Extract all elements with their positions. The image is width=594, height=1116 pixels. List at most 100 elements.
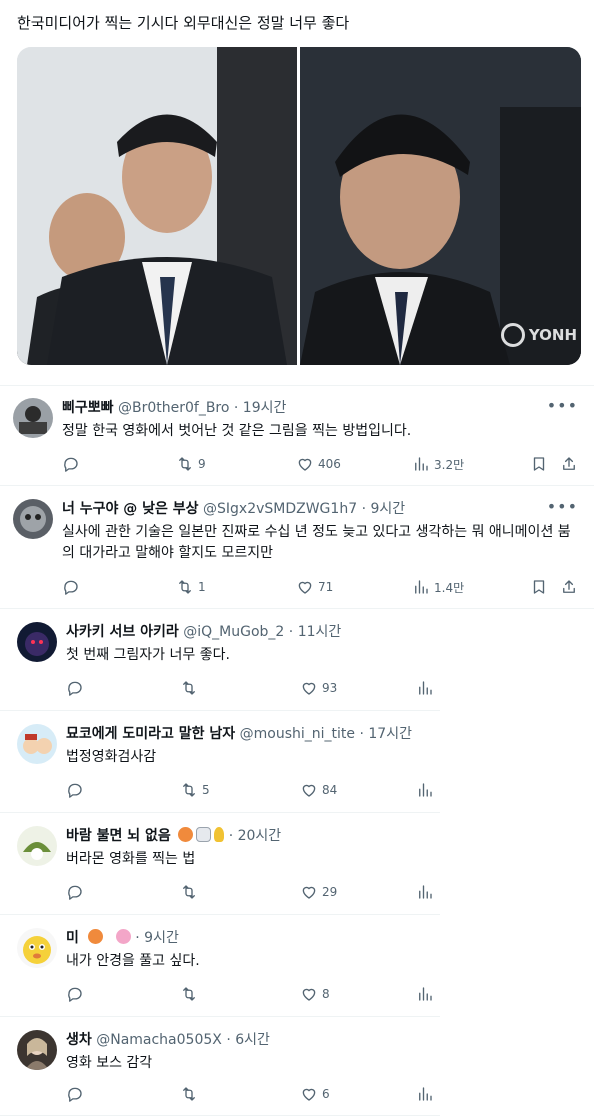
share-button[interactable] xyxy=(560,577,578,597)
display-name[interactable]: 묘코에게 도미라고 말한 남자 xyxy=(66,726,235,742)
like-button[interactable]: 406 xyxy=(296,454,341,474)
reply-item[interactable]: 바람 불면 뇌 없음 · 20시간 버라몬 영화를 찍는 법 29 xyxy=(0,814,440,915)
user-handle[interactable]: @Namacha0505X xyxy=(96,1032,222,1048)
news-watermark: YONH xyxy=(500,323,577,347)
reply-header: 묘코에게 도미라고 말한 남자 @moushi_ni_tite · 17시간 xyxy=(66,724,412,744)
timestamp[interactable]: 6시간 xyxy=(235,1032,270,1048)
like-count: 71 xyxy=(318,580,334,594)
more-dots-icon[interactable]: ••• xyxy=(547,396,578,415)
timestamp[interactable]: 17시간 xyxy=(368,726,412,742)
views-button[interactable] xyxy=(416,780,434,800)
avatar[interactable] xyxy=(17,1030,57,1070)
reply-item[interactable]: 생차 @Namacha0505X · 6시간 영화 보스 감각 6 xyxy=(0,1018,440,1116)
heart-icon xyxy=(296,455,314,473)
action-bar: 6 xyxy=(66,1084,436,1104)
more-dots-icon[interactable]: ••• xyxy=(547,497,578,516)
avatar[interactable] xyxy=(13,398,53,438)
reply-text: 정말 한국 영화에서 벗어난 것 같은 그림을 찍는 방법입니다. xyxy=(62,423,412,439)
avatar[interactable] xyxy=(17,622,57,662)
bookmark-icon xyxy=(530,578,548,596)
like-button[interactable]: 84 xyxy=(300,780,337,800)
user-handle[interactable]: @moushi_ni_tite xyxy=(240,726,355,742)
avatar[interactable] xyxy=(17,826,57,866)
repost-button[interactable]: 5 xyxy=(180,780,210,800)
reply-button[interactable] xyxy=(62,577,80,597)
reply-item[interactable]: 너 누구야 @ 낮은 부상 @SIgx2vSMDZWG1h7 · 9시간 •••… xyxy=(0,487,594,609)
share-button[interactable] xyxy=(560,454,578,474)
post-text: 한국미디어가 찍는 기시다 외무대신은 정말 너무 좋다 xyxy=(17,14,350,32)
reply-header: 너 누구야 @ 낮은 부상 @SIgx2vSMDZWG1h7 · 9시간 xyxy=(62,499,405,519)
user-handle[interactable]: @SIgx2vSMDZWG1h7 xyxy=(203,501,357,517)
views-button[interactable] xyxy=(416,1084,434,1104)
heart-icon xyxy=(300,781,318,799)
display-name[interactable]: 너 누구야 @ 낮은 부상 xyxy=(62,501,199,517)
reply-header: 사카키 서브 아키라 @iQ_MuGob_2 · 11시간 xyxy=(66,622,341,642)
repost-arrows-icon xyxy=(180,985,198,1003)
reply-button[interactable] xyxy=(66,984,84,1004)
timestamp[interactable]: 9시간 xyxy=(370,501,405,517)
repost-button[interactable]: 9 xyxy=(176,454,206,474)
repost-button[interactable] xyxy=(180,678,202,698)
display-name[interactable]: 생차 xyxy=(66,1032,92,1048)
like-count: 406 xyxy=(318,457,341,471)
views-button[interactable]: 3.2만 xyxy=(412,454,464,474)
separator-dot: · xyxy=(288,624,294,640)
like-button[interactable]: 6 xyxy=(300,1084,330,1104)
repost-button[interactable] xyxy=(180,882,198,902)
photo-right[interactable]: YONH xyxy=(300,47,581,365)
user-handle[interactable]: @iQ_MuGob_2 xyxy=(183,624,284,640)
views-button[interactable]: 1.4만 xyxy=(412,577,464,597)
user-handle[interactable]: @Br0ther0f_Bro xyxy=(118,400,229,416)
like-button[interactable]: 29 xyxy=(300,882,337,902)
grid-emoji-icon xyxy=(196,827,212,842)
views-button[interactable] xyxy=(416,678,434,698)
avatar[interactable] xyxy=(13,499,53,539)
reply-item[interactable]: 사카키 서브 아키라 @iQ_MuGob_2 · 11시간 첫 번째 그림자가 … xyxy=(0,610,440,711)
display-name[interactable]: 사카키 서브 아키라 xyxy=(66,624,179,640)
separator-dot: · xyxy=(228,828,234,844)
repost-arrows-icon xyxy=(180,781,198,799)
repost-arrows-icon xyxy=(176,455,194,473)
reply-item[interactable]: 묘코에게 도미라고 말한 남자 @moushi_ni_tite · 17시간 법… xyxy=(0,712,440,813)
repost-button[interactable] xyxy=(180,984,198,1004)
display-name[interactable]: 삐구뽀빠 xyxy=(62,400,114,416)
separator-dot: · xyxy=(135,930,140,946)
like-button[interactable]: 8 xyxy=(300,984,330,1004)
reply-button[interactable] xyxy=(66,882,84,902)
display-name[interactable]: 미 xyxy=(66,930,79,946)
separator-dot: · xyxy=(233,400,239,416)
like-button[interactable]: 93 xyxy=(300,678,337,698)
heart-icon xyxy=(300,1085,318,1103)
timestamp[interactable]: 9시간 xyxy=(144,930,179,946)
timestamp[interactable]: 20시간 xyxy=(238,828,282,844)
reply-button[interactable] xyxy=(66,1084,84,1104)
avatar[interactable] xyxy=(17,928,57,968)
avatar[interactable] xyxy=(17,724,57,764)
views-button[interactable] xyxy=(416,882,434,902)
reply-button[interactable] xyxy=(66,780,84,800)
speech-bubble-icon xyxy=(66,1085,84,1103)
reply-item[interactable]: 삐구뽀빠 @Br0ther0f_Bro · 19시간 ••• 정말 한국 영화에… xyxy=(0,386,594,486)
reply-button[interactable] xyxy=(66,678,84,698)
bar-chart-icon xyxy=(416,679,434,697)
reply-header: 삐구뽀빠 @Br0ther0f_Bro · 19시간 xyxy=(62,398,286,418)
bookmark-button[interactable] xyxy=(530,454,548,474)
display-name[interactable]: 바람 불면 뇌 없음 xyxy=(66,828,171,844)
bookmark-button[interactable] xyxy=(530,577,548,597)
timestamp[interactable]: 11시간 xyxy=(298,624,342,640)
like-count: 8 xyxy=(322,987,330,1001)
views-button[interactable] xyxy=(416,984,434,1004)
repost-button[interactable]: 1 xyxy=(176,577,206,597)
repost-button[interactable] xyxy=(180,1084,198,1104)
reply-item[interactable]: 미 · 9시간 내가 안경을 풀고 싶다. 8 xyxy=(0,916,440,1017)
peach-emoji-icon xyxy=(178,827,194,842)
post-media[interactable]: YONH xyxy=(17,47,581,365)
like-button[interactable]: 71 xyxy=(296,577,333,597)
photo-left[interactable] xyxy=(17,47,297,365)
speech-bubble-icon xyxy=(66,985,84,1003)
photo-left-image xyxy=(17,47,297,365)
timestamp[interactable]: 19시간 xyxy=(243,400,287,416)
reply-button[interactable] xyxy=(62,454,80,474)
bar-chart-icon xyxy=(412,578,430,596)
bar-chart-icon xyxy=(416,985,434,1003)
